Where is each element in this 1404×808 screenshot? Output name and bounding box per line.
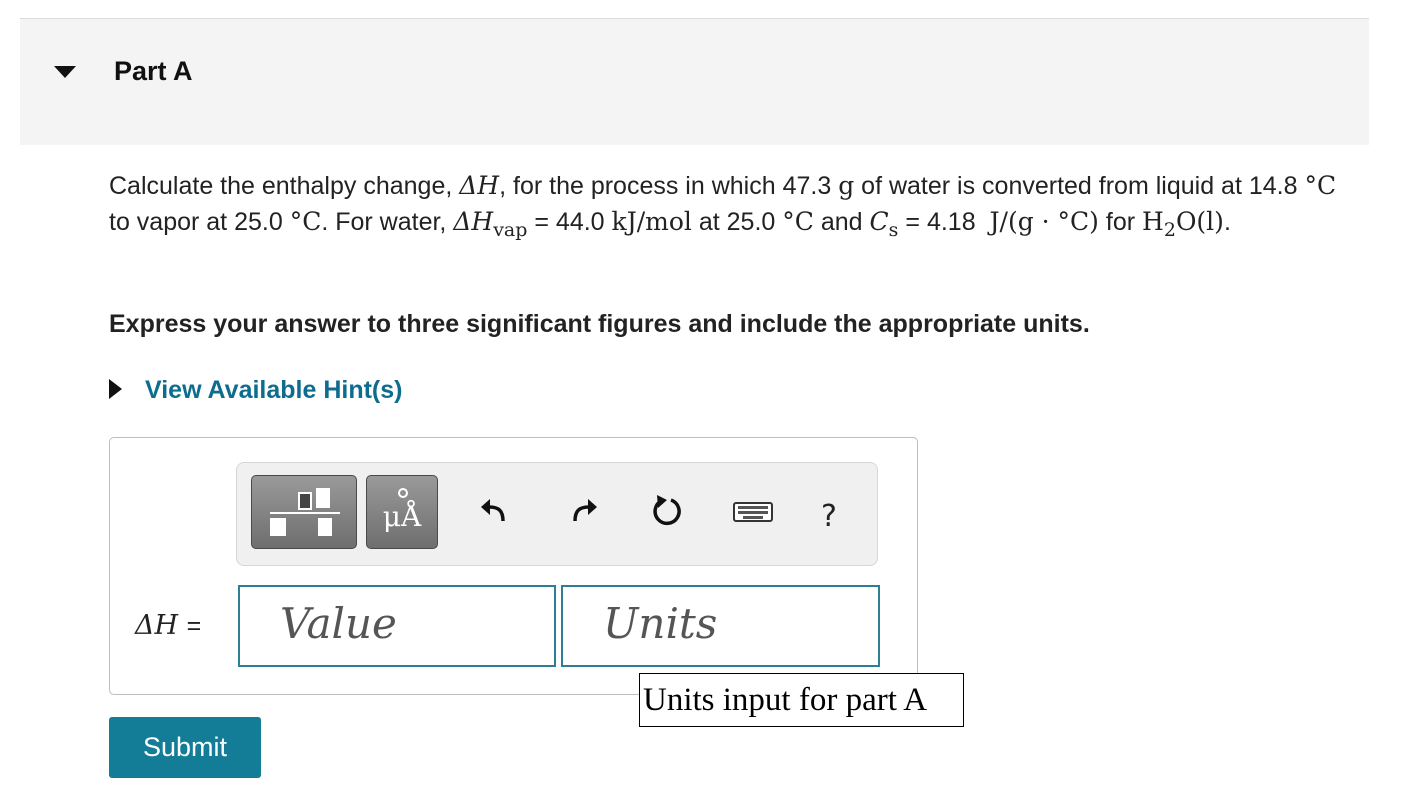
redo-icon[interactable] [565, 493, 601, 529]
submit-button[interactable]: Submit [109, 717, 261, 778]
water-formula: H2O(l) [1142, 207, 1224, 241]
template-box-icon [318, 518, 332, 536]
part-title: Part A [114, 56, 193, 86]
question-text: Calculate the enthalpy change, ΔH, for t… [109, 171, 1337, 241]
templates-button[interactable] [251, 475, 357, 549]
part-header [20, 19, 1369, 145]
final-temperature: 25.0 [234, 208, 283, 236]
delta-h-vap-symbol: ΔH [453, 207, 494, 236]
view-hints-label[interactable]: View Available Hint(s) [145, 376, 402, 405]
specific-heat-unit: J/(g · °C) [989, 207, 1099, 236]
answer-variable-label: ΔH = [135, 610, 202, 641]
delta-h-symbol: ΔH [459, 171, 500, 200]
undo-icon[interactable] [477, 493, 513, 529]
vap-temperature: 25.0 [726, 208, 776, 236]
instructions: Express your answer to three significant… [109, 310, 1090, 338]
specific-heat-value: 4.18 [926, 208, 976, 236]
initial-temperature: 14.8 [1248, 172, 1298, 200]
reset-icon[interactable] [649, 493, 685, 529]
delta-h-vap-unit: kJ/mol [611, 207, 692, 236]
symbols-label: μÅ [382, 500, 422, 533]
expand-arrow-icon [109, 379, 122, 399]
units-placeholder: Units [603, 599, 718, 648]
template-box-filled-icon [316, 488, 330, 508]
math-toolbar: μÅ ? [236, 462, 878, 566]
template-box-icon [270, 518, 286, 536]
mass-unit: g [838, 171, 855, 200]
symbols-button[interactable]: μÅ [366, 475, 438, 549]
units-input[interactable]: Units [561, 585, 880, 667]
mass-value: 47.3 [782, 172, 832, 200]
fraction-bar-icon [270, 512, 340, 514]
keyboard-icon[interactable] [731, 493, 775, 529]
collapse-triangle-icon[interactable] [54, 66, 76, 78]
help-button[interactable]: ? [821, 499, 837, 534]
value-placeholder: Value [280, 599, 397, 648]
delta-h-vap-value: 44.0 [555, 208, 605, 236]
units-tooltip: Units input for part A [639, 673, 964, 727]
template-box-icon [298, 492, 312, 510]
value-input[interactable]: Value [238, 585, 556, 667]
ring-icon [398, 488, 408, 498]
specific-heat-symbol: C [869, 207, 889, 236]
